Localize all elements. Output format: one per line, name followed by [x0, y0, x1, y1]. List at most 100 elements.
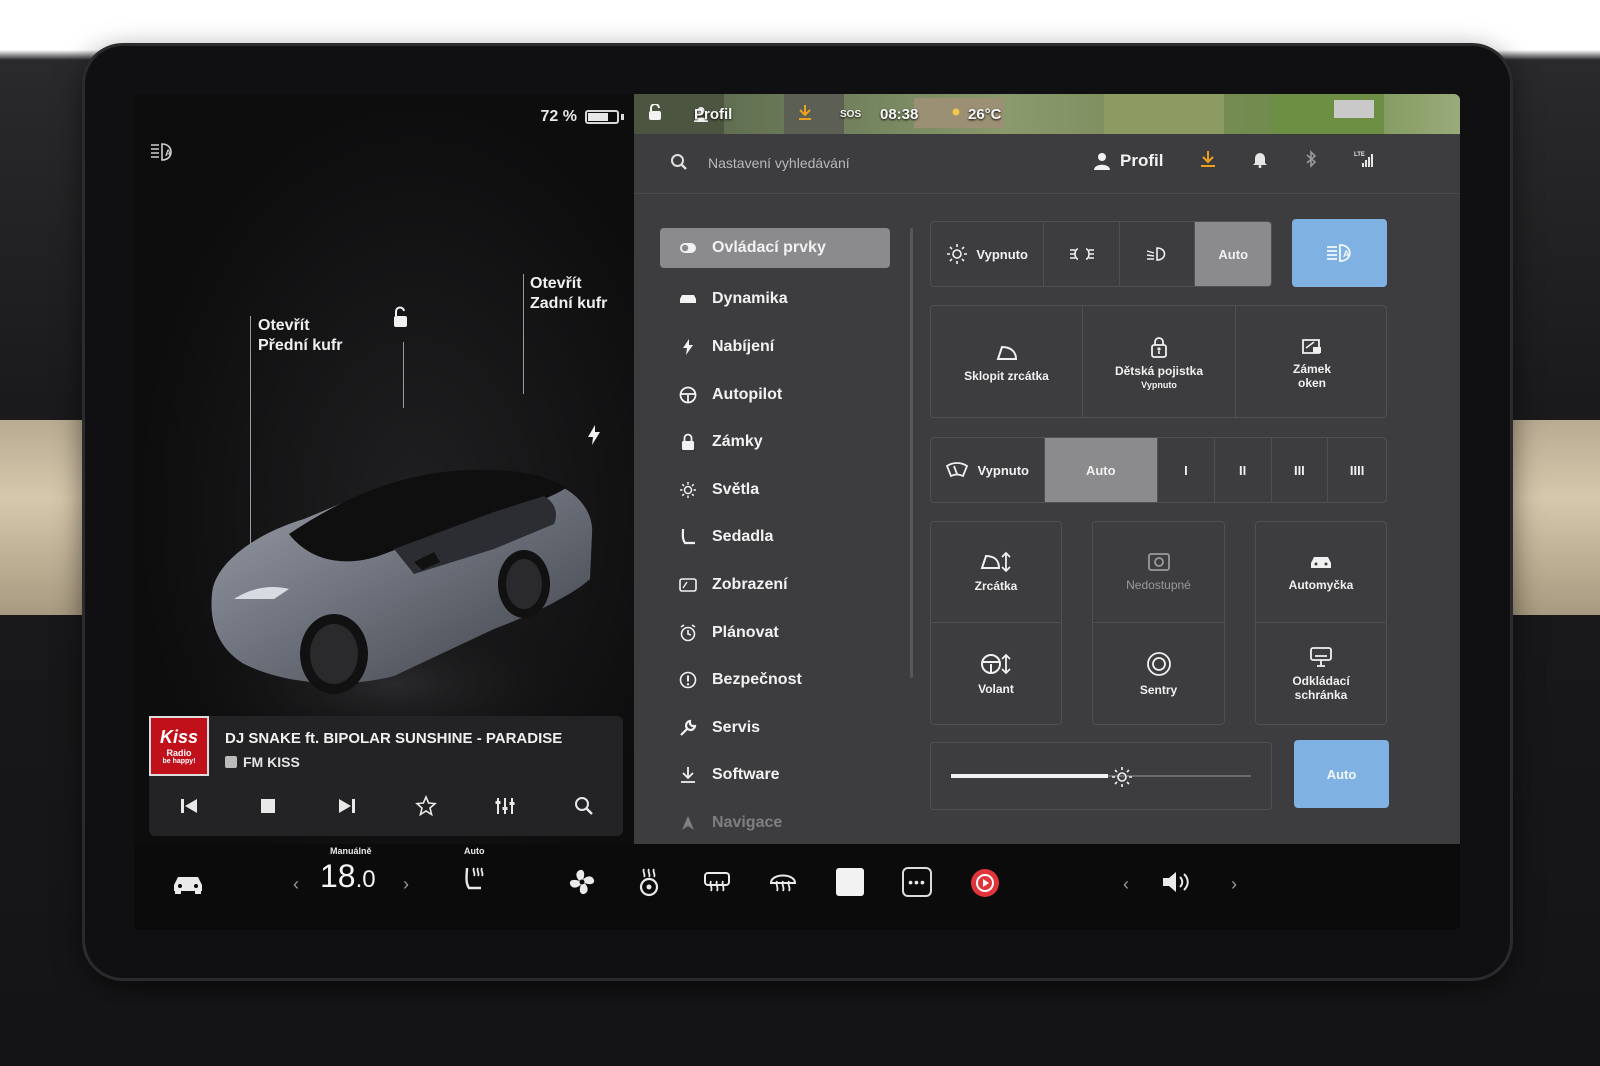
volume-button[interactable] — [1158, 864, 1198, 900]
car-button[interactable] — [170, 866, 206, 902]
menu-item-ovladaci-prvky[interactable]: Ovládací prvky — [660, 228, 890, 268]
menu-item-label: Software — [712, 766, 780, 784]
wipers-auto-button[interactable]: Auto — [1044, 438, 1158, 502]
menu-item-dynamika[interactable]: Dynamika — [660, 276, 890, 324]
next-track-icon[interactable] — [327, 796, 367, 822]
fan-icon — [569, 869, 595, 895]
seat-heater-button[interactable] — [458, 862, 492, 896]
parking-lights-button[interactable] — [1044, 222, 1120, 286]
cabin-temperature[interactable]: 18.0 — [320, 858, 376, 895]
menu-item-planovat[interactable]: Plánovat — [660, 609, 890, 657]
mirrors-adjust-tile[interactable]: Zrcátka — [930, 521, 1062, 623]
unavailable-label: Nedostupné — [1126, 578, 1191, 592]
menu-item-zobrazeni[interactable]: Zobrazení — [660, 561, 890, 609]
lights-off-button[interactable]: Vypnuto — [931, 222, 1045, 286]
wiper-speed-4-button[interactable]: IIII — [1328, 438, 1386, 502]
station-label: FM KISS — [243, 754, 300, 770]
fold-mirrors-button[interactable]: Sklopit zrcátka — [931, 306, 1083, 417]
lights-auto-button[interactable]: Auto — [1195, 222, 1271, 286]
steering-wheel-adjust-icon — [981, 653, 1011, 674]
menu-item-autopilot[interactable]: Autopilot — [660, 371, 890, 419]
window-lock-button[interactable]: Zámek oken — [1236, 306, 1386, 417]
menu-item-bezpecnost[interactable]: Bezpečnost — [660, 656, 890, 704]
sun-icon — [947, 244, 968, 264]
car-wash-tile[interactable]: Automyčka — [1255, 521, 1387, 623]
lights-auto-label: Auto — [1218, 246, 1249, 262]
favorite-star-icon[interactable] — [406, 794, 446, 823]
sentry-tile[interactable]: Sentry — [1092, 623, 1225, 725]
unlock-icon[interactable] — [388, 306, 412, 330]
menu-item-sedadla[interactable]: Sedadla — [660, 514, 890, 562]
previous-track-icon[interactable] — [169, 796, 209, 822]
glovebox-icon — [1310, 646, 1332, 667]
auto-headlights-icon: A — [151, 143, 172, 161]
app-launcher-tile[interactable] — [836, 868, 864, 896]
steering-adjust-tile[interactable]: Volant — [930, 623, 1062, 725]
map-profile[interactable]: Profil — [694, 106, 732, 123]
mirrors-label: Zrcátka — [974, 579, 1018, 593]
equalizer-icon[interactable] — [485, 795, 525, 823]
bluetooth-icon[interactable] — [1304, 150, 1318, 168]
wipers-off-button[interactable]: Vypnuto — [931, 438, 1045, 502]
menu-item-label: Zobrazení — [712, 575, 788, 593]
child-lock-icon — [1151, 336, 1167, 358]
menu-item-software[interactable]: Software — [660, 752, 890, 800]
front-trunk-line2: Přední kufr — [258, 337, 343, 354]
brightness-fill — [951, 774, 1108, 778]
wipers-control: Vypnuto Auto I II III IIII — [930, 437, 1387, 503]
steering-heat-button[interactable] — [632, 864, 666, 900]
search-icon[interactable] — [670, 153, 688, 171]
menu-item-label: Bezpečnost — [712, 671, 802, 689]
menu-item-label: Navigace — [712, 813, 783, 831]
rear-trunk-line2: Zadní kufr — [530, 295, 608, 312]
brightness-auto-label: Auto — [1326, 766, 1357, 782]
front-defrost-button[interactable] — [766, 864, 800, 900]
menu-item-label: Nabíjení — [712, 337, 775, 355]
front-trunk-line1: Otevřít — [258, 317, 310, 334]
menu-scrollbar[interactable] — [910, 228, 913, 678]
wiper-speed-1-button[interactable]: I — [1158, 438, 1215, 502]
dashcam-record-button[interactable] — [970, 868, 1000, 898]
temp-down-chevron-icon[interactable]: ‹ — [288, 872, 304, 896]
station-logo[interactable]: Kiss Radio be happy! — [149, 716, 209, 776]
low-beam-button[interactable] — [1120, 222, 1196, 286]
brightness-auto-button[interactable]: Auto — [1294, 740, 1389, 808]
high-beam-button[interactable]: A — [1292, 219, 1387, 287]
rear-trunk-label[interactable]: Otevřít Zadní kufr — [530, 274, 607, 314]
menu-item-nabijeni[interactable]: Nabíjení — [660, 323, 890, 371]
fold-mirrors-label: Sklopit zrcátka — [964, 368, 1049, 383]
wiper-speed-2-button[interactable]: II — [1215, 438, 1272, 502]
touchscreen: 72 % A Otevřít Přední kufr Otevřít Zadní… — [134, 94, 1460, 930]
rear-defrost-button[interactable] — [700, 864, 734, 900]
speaker-icon — [1163, 872, 1189, 892]
bell-icon[interactable] — [1252, 150, 1268, 168]
brightness-slider[interactable] — [930, 742, 1272, 810]
software-download-icon[interactable] — [1200, 150, 1216, 168]
front-trunk-label[interactable]: Otevřít Přední kufr — [258, 316, 342, 356]
fan-button[interactable] — [564, 864, 600, 900]
wiper-speed-3-button[interactable]: III — [1272, 438, 1329, 502]
search-icon[interactable] — [564, 795, 604, 823]
brightness-sun-icon[interactable] — [1110, 765, 1134, 789]
menu-item-svetla[interactable]: Světla — [660, 466, 890, 514]
glovebox-tile[interactable]: Odkládací schránka — [1255, 623, 1387, 725]
car-model-image — [194, 469, 604, 764]
more-apps-icon[interactable]: ••• — [902, 867, 932, 897]
temp-up-chevron-icon[interactable]: › — [398, 872, 414, 896]
lock-icon — [678, 432, 698, 452]
child-lock-button[interactable]: Dětská pojistka Vypnuto — [1083, 306, 1236, 417]
rear-trunk-line1: Otevřít — [530, 275, 582, 292]
volume-up-chevron-icon[interactable]: › — [1226, 872, 1242, 896]
settings-header: Nastavení vyhledávání Profil LTE — [634, 134, 1460, 194]
stop-icon[interactable] — [248, 796, 288, 822]
window-lock-label-2: oken — [1297, 375, 1326, 390]
download-icon — [678, 765, 698, 785]
menu-item-servis[interactable]: Servis — [660, 704, 890, 752]
volume-down-chevron-icon[interactable]: ‹ — [1118, 872, 1134, 896]
search-input[interactable]: Nastavení vyhledávání — [708, 155, 850, 171]
window-lock-icon — [1302, 338, 1321, 354]
profile-button[interactable]: Profil — [1094, 151, 1163, 171]
menu-item-zamky[interactable]: Zámky — [660, 418, 890, 466]
menu-item-navigace[interactable]: Navigace — [660, 799, 890, 847]
seat-icon — [678, 527, 698, 547]
